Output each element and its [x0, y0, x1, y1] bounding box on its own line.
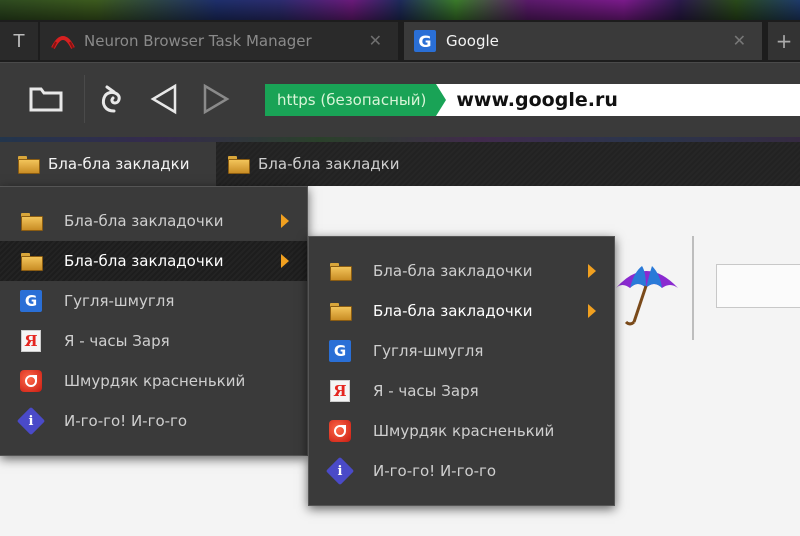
tab-task-manager[interactable]: Neuron Browser Task Manager ✕ — [40, 22, 398, 60]
url-text[interactable]: www.google.ru — [456, 89, 617, 111]
menu-item-label: И-го-го! И-го-го — [373, 462, 497, 480]
folder-icon — [329, 260, 352, 282]
menu-item-yandex[interactable]: Я Я - часы Заря — [309, 371, 614, 411]
address-bar[interactable]: https (безопасный) www.google.ru — [265, 84, 800, 116]
forward-button[interactable] — [198, 81, 234, 117]
folder-icon — [228, 156, 250, 174]
tab-label: Neuron Browser Task Manager — [84, 32, 312, 50]
new-tab-button[interactable]: + — [768, 22, 800, 60]
top-color-stripe — [0, 0, 800, 20]
back-arrow-icon — [150, 83, 177, 115]
menu-item-label: Бла-бла закладочки — [373, 302, 533, 320]
google-icon: G — [20, 290, 42, 312]
menu-item-label: И-го-го! И-го-го — [64, 412, 188, 430]
tab-label: Google — [446, 32, 499, 50]
red-app-icon — [20, 370, 42, 392]
menu-item-yandex[interactable]: Я Я - часы Заря — [0, 321, 307, 361]
bookmark-label: Бла-бла закладки — [48, 155, 190, 173]
bookmark-folder[interactable]: Бла-бла закладки — [228, 142, 399, 186]
page-divider — [692, 236, 694, 340]
browser-window: T Neuron Browser Task Manager ✕ G Google… — [0, 0, 800, 536]
menu-item-label: Гугля-шмугля — [64, 292, 175, 310]
tab-menu-button[interactable]: T — [0, 22, 38, 60]
menu-item-label: Я - часы Заря — [64, 332, 170, 350]
menu-item-label: Гугля-шмугля — [373, 342, 484, 360]
folder-icon — [20, 250, 43, 272]
folder-icon — [18, 156, 40, 174]
tab-close-icon[interactable]: ✕ — [733, 31, 746, 50]
reload-swirl-icon — [101, 85, 121, 113]
bookmarks-bar: Бла-бла закладки Бла-бла закладки — [0, 142, 800, 186]
menu-item-label: Я - часы Заря — [373, 382, 479, 400]
menu-item-google[interactable]: G Гугля-шмугля — [309, 331, 614, 371]
bookmark-folder-active[interactable]: Бла-бла закладки — [0, 142, 216, 186]
google-icon: G — [329, 340, 351, 362]
neuron-logo-icon — [51, 36, 75, 49]
info-icon: i — [325, 456, 355, 486]
page-search-box[interactable] — [716, 264, 800, 308]
menu-item-info[interactable]: i И-го-го! И-го-го — [0, 401, 307, 441]
menu-item-label: Шмурдяк красненький — [64, 372, 246, 390]
tab-menu-icon: T — [13, 30, 25, 52]
umbrella-doodle-icon — [616, 266, 678, 326]
bookmark-label: Бла-бла закладки — [258, 155, 400, 173]
submenu-arrow-icon — [281, 254, 289, 268]
bookmarks-dropdown: Бла-бла закладочки Бла-бла закладочки G … — [0, 186, 308, 456]
menu-item-folder-highlighted[interactable]: Бла-бла закладочки — [0, 241, 307, 281]
menu-item-label: Бла-бла закладочки — [64, 212, 224, 230]
folder-icon — [329, 300, 352, 322]
submenu-arrow-icon — [588, 264, 596, 278]
menu-item-label: Бла-бла закладочки — [64, 252, 224, 270]
menu-item-red-app[interactable]: Шмурдяк красненький — [0, 361, 307, 401]
tab-close-icon[interactable]: ✕ — [369, 31, 382, 50]
bookmarks-submenu: Бла-бла закладочки Бла-бла закладочки G … — [308, 236, 615, 506]
menu-item-folder[interactable]: Бла-бла закладочки — [309, 291, 614, 331]
menu-item-google[interactable]: G Гугля-шмугля — [0, 281, 307, 321]
menu-item-folder[interactable]: Бла-бла закладочки — [0, 201, 307, 241]
menu-item-folder[interactable]: Бла-бла закладочки — [309, 251, 614, 291]
folder-icon — [20, 210, 43, 232]
security-badge[interactable]: https (безопасный) — [265, 84, 447, 116]
menu-item-red-app[interactable]: Шмурдяк красненький — [309, 411, 614, 451]
google-favicon-icon: G — [414, 30, 436, 52]
menu-item-info[interactable]: i И-го-го! И-го-го — [309, 451, 614, 491]
menu-item-label: Бла-бла закладочки — [373, 262, 533, 280]
submenu-arrow-icon — [281, 214, 289, 228]
reload-button[interactable] — [96, 81, 132, 117]
tab-bar: T Neuron Browser Task Manager ✕ G Google… — [0, 20, 800, 62]
folder-outline-icon — [29, 87, 63, 112]
toolbar-separator — [84, 75, 85, 123]
forward-arrow-icon — [203, 83, 230, 115]
folder-button[interactable] — [28, 81, 64, 117]
red-app-icon — [329, 420, 351, 442]
tab-google[interactable]: G Google ✕ — [404, 22, 762, 60]
submenu-arrow-icon — [588, 304, 596, 318]
back-button[interactable] — [146, 81, 182, 117]
toolbar: https (безопасный) www.google.ru — [0, 62, 800, 137]
plus-icon: + — [775, 29, 793, 53]
info-icon: i — [16, 406, 46, 436]
security-label: https (безопасный) — [277, 91, 427, 109]
yandex-icon: Я — [20, 330, 42, 352]
menu-item-label: Шмурдяк красненький — [373, 422, 555, 440]
yandex-icon: Я — [329, 380, 351, 402]
